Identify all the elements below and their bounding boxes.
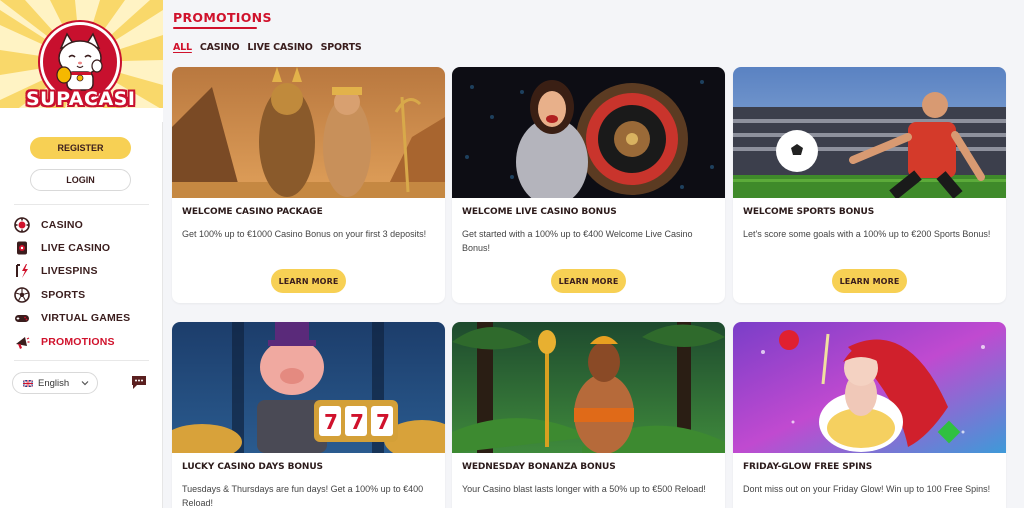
promo-image-jungle [452, 322, 725, 453]
promo-image-roulette [452, 67, 725, 198]
promo-image-anime-girl [733, 322, 1006, 453]
main-content: PROMOTIONS ALL CASINO LIVE CASINO SPORTS [163, 0, 1024, 508]
live-casino-icon [14, 240, 30, 256]
sidebar-item-casino[interactable]: CASINO [0, 213, 163, 236]
sidebar-item-virtual-games[interactable]: VIRTUAL GAMES [0, 307, 163, 330]
brand-name: SUPACASI [26, 88, 136, 110]
promotion-card[interactable]: FRIDAY-GLOW FREE SPINS Dont miss out on … [733, 322, 1006, 508]
sidebar: SUPACASI REGISTER LOGIN CASINO LIVE CASI… [0, 0, 163, 508]
sidebar-item-sports[interactable]: SPORTS [0, 283, 163, 306]
filter-sports[interactable]: SPORTS [321, 42, 362, 53]
promotion-description: Your Casino blast lasts longer with a 50… [462, 484, 706, 494]
learn-more-button[interactable]: LEARN MORE [832, 269, 907, 293]
megaphone-icon [14, 334, 30, 350]
promotion-description: Get started with a 100% up to €400 Welco… [462, 229, 693, 253]
gamepad-icon [14, 310, 30, 326]
promotion-title: WELCOME SPORTS BONUS [743, 207, 875, 217]
promo-image-pig-slots: 777 [172, 322, 445, 453]
language-selector[interactable]: English [12, 372, 98, 394]
sidebar-item-label: LIVE CASINO [41, 242, 111, 255]
promotion-description: Let's score some goals with a 100% up to… [743, 229, 991, 239]
svg-text:7: 7 [350, 410, 364, 434]
promotion-title: WEDNESDAY BONANZA BONUS [462, 462, 616, 472]
promotion-description: Tuesdays & Thursdays are fun days! Get a… [182, 484, 424, 508]
title-underline [173, 27, 257, 29]
promotion-title: WELCOME LIVE CASINO BONUS [462, 207, 617, 217]
logo[interactable]: SUPACASI [0, 0, 163, 122]
sidebar-item-promotions[interactable]: PROMOTIONS [0, 330, 163, 353]
promotion-card[interactable]: WELCOME LIVE CASINO BONUS Get started wi… [452, 67, 725, 303]
lucky-cat-icon [56, 32, 103, 91]
divider [14, 360, 149, 361]
page-title: PROMOTIONS [173, 10, 272, 25]
register-button[interactable]: REGISTER [30, 137, 131, 159]
promotion-title: WELCOME CASINO PACKAGE [182, 207, 323, 217]
sidebar-item-live-casino[interactable]: LIVE CASINO [0, 236, 163, 259]
promotion-card[interactable]: WELCOME SPORTS BONUS Let's score some go… [733, 67, 1006, 303]
promotion-description: Get 100% up to €1000 Casino Bonus on you… [182, 229, 427, 239]
svg-text:7: 7 [376, 410, 390, 434]
soccer-ball-icon [14, 287, 30, 303]
livespins-icon [14, 263, 30, 279]
divider [14, 204, 149, 205]
learn-more-button[interactable]: LEARN MORE [551, 269, 626, 293]
filter-casino[interactable]: CASINO [200, 42, 240, 53]
promo-image-soccer [733, 67, 1006, 198]
filter-all[interactable]: ALL [173, 42, 192, 53]
chat-icon[interactable] [131, 375, 147, 390]
chevron-down-icon [81, 381, 89, 386]
promotion-title: LUCKY CASINO DAYS BONUS [182, 462, 323, 472]
svg-text:7: 7 [324, 410, 338, 434]
login-button[interactable]: LOGIN [30, 169, 131, 191]
sidebar-item-label: SPORTS [41, 288, 86, 301]
promotion-card[interactable]: WEDNESDAY BONANZA BONUS Your Casino blas… [452, 322, 725, 508]
promotion-card[interactable]: 777 LUCKY CASINO DAYS BONUS Tuesdays & T… [172, 322, 445, 508]
promotion-description: Dont miss out on your Friday Glow! Win u… [743, 484, 991, 494]
promotion-card[interactable]: WELCOME CASINO PACKAGE Get 100% up to €1… [172, 67, 445, 303]
learn-more-button[interactable]: LEARN MORE [271, 269, 346, 293]
promotion-filters: ALL CASINO LIVE CASINO SPORTS [173, 42, 362, 53]
sidebar-item-label: LIVESPINS [41, 265, 98, 278]
sidebar-item-label: VIRTUAL GAMES [41, 312, 131, 325]
sidebar-nav: CASINO LIVE CASINO LIVESPINS SPORTS VIRT… [0, 213, 163, 353]
sidebar-item-label: CASINO [41, 218, 84, 231]
uk-flag-icon [23, 379, 33, 387]
filter-live-casino[interactable]: LIVE CASINO [247, 42, 312, 53]
language-label: English [38, 377, 70, 389]
promo-image-egyptian [172, 67, 445, 198]
sidebar-item-label: PROMOTIONS [41, 335, 115, 348]
promotion-title: FRIDAY-GLOW FREE SPINS [743, 462, 873, 472]
sidebar-item-livespins[interactable]: LIVESPINS [0, 260, 163, 283]
casino-chip-icon [14, 216, 30, 233]
